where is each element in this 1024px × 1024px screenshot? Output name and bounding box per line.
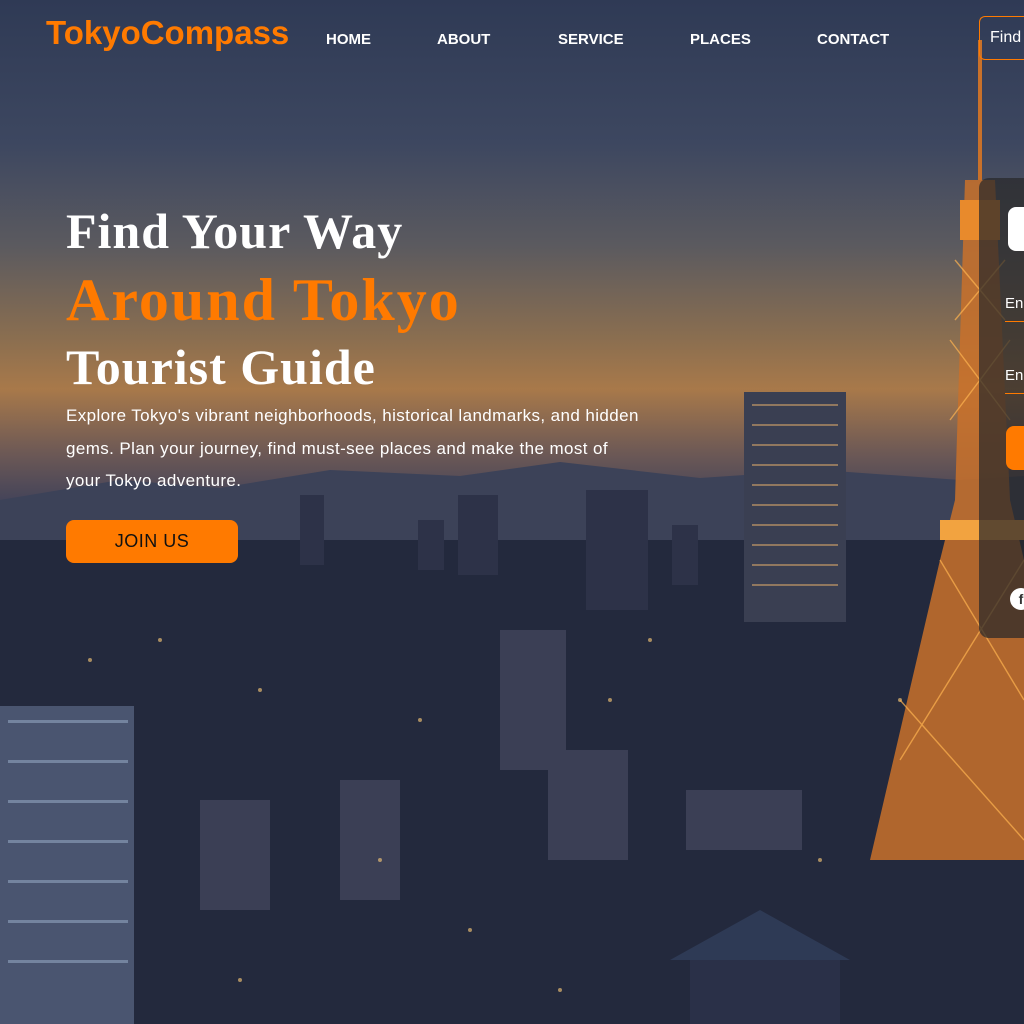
nav-home-link[interactable]: HOME (326, 31, 371, 48)
hero-title: Find Your Way Around Tokyo Tourist Guide (66, 200, 646, 396)
hero-title-line1: Find Your Way (66, 203, 404, 259)
login-panel: f (979, 178, 1024, 638)
brand-logo[interactable]: TokyoCompass (46, 14, 289, 52)
facebook-icon[interactable]: f (1010, 588, 1024, 610)
join-us-button[interactable]: JOIN US (66, 520, 238, 563)
hero-subtitle: Tourist Guide (66, 339, 376, 395)
hero-title-accent: Around Tokyo (66, 267, 461, 333)
hero-description: Explore Tokyo's vibrant neighborhoods, h… (66, 406, 639, 490)
panel-header (1008, 207, 1024, 251)
nav-places-link[interactable]: PLACES (690, 31, 751, 48)
search-input[interactable] (979, 16, 1024, 60)
top-navbar: TokyoCompass HOME ABOUT SERVICE PLACES C… (0, 0, 1024, 80)
nav-contact-link[interactable]: CONTACT (817, 31, 889, 48)
hero-section: Find Your Way Around Tokyo Tourist Guide… (66, 200, 646, 498)
login-submit-button[interactable] (1006, 426, 1024, 470)
nav-about-link[interactable]: ABOUT (437, 31, 490, 48)
background-cityscape (0, 0, 1024, 1024)
email-field[interactable] (1005, 286, 1024, 322)
nav-service-link[interactable]: SERVICE (558, 31, 624, 48)
skyline-illustration (0, 40, 1024, 1024)
password-field[interactable] (1005, 358, 1024, 394)
